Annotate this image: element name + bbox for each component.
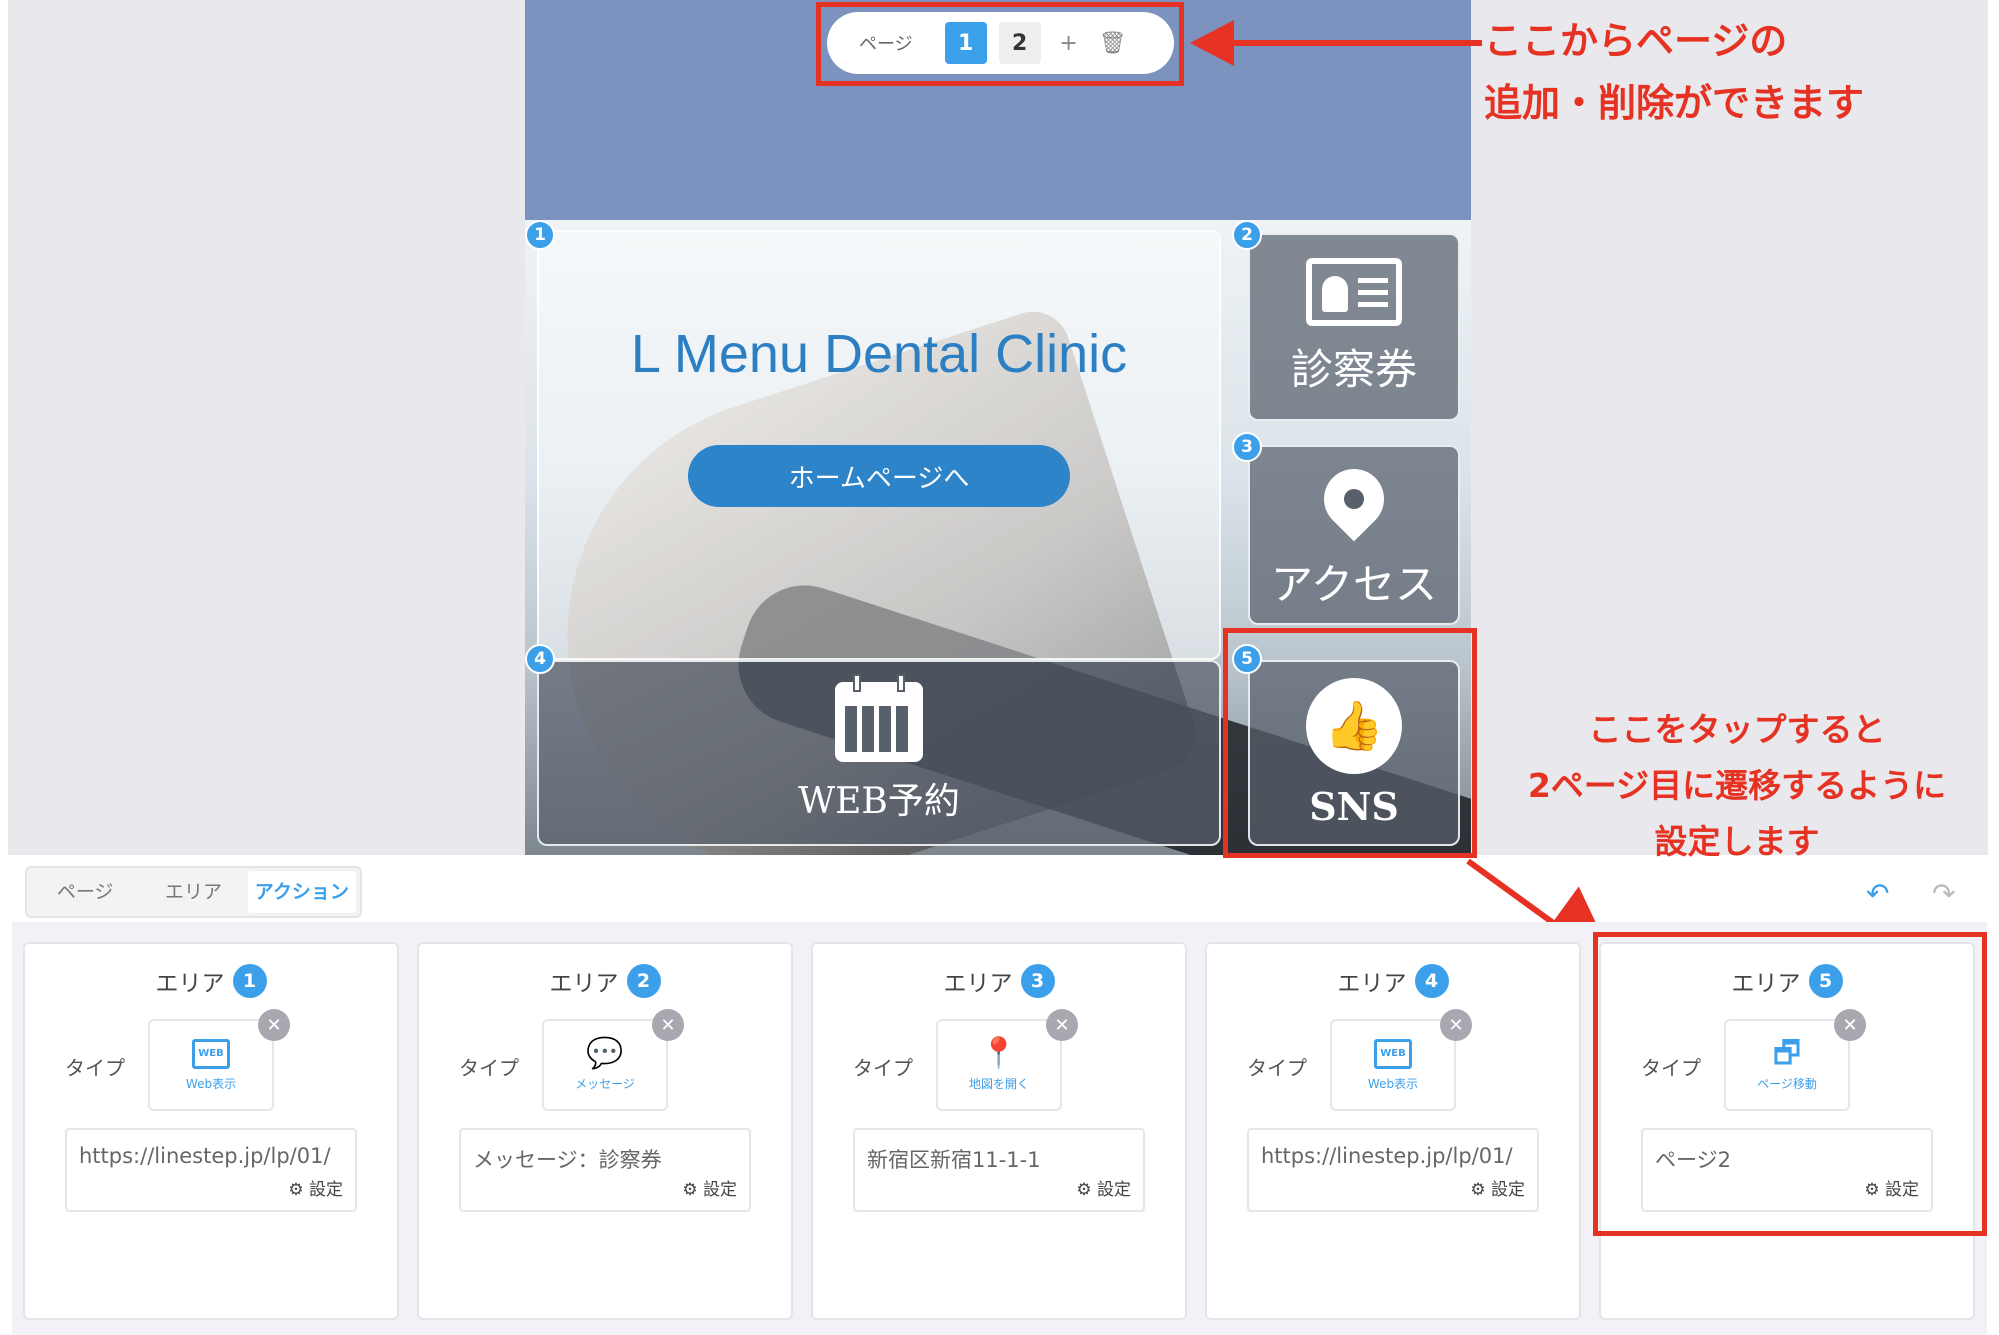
area-1-tile[interactable]: L Menu Dental Clinic ホームページへ	[537, 230, 1221, 660]
tab-action[interactable]: アクション	[247, 871, 356, 913]
type-name: 地図を開く	[968, 1076, 1029, 1091]
action-card-area-3: エリア 3 タイプ 📍 地図を開く ✕ 新宿区新宿11-1-1 ⚙ 設定	[811, 942, 1187, 1320]
card-title-label: エリア	[1337, 971, 1407, 997]
area-number-badge: 4	[525, 644, 555, 674]
page-bar-highlight	[816, 2, 1184, 86]
calendar-icon	[835, 674, 923, 762]
type-selector[interactable]: WEB Web表示	[148, 1019, 274, 1111]
action-value-field[interactable]: 新宿区新宿11-1-1 ⚙ 設定	[853, 1128, 1145, 1212]
card-title-label: エリア	[155, 971, 225, 997]
undo-icon[interactable]: ↶	[1866, 877, 1889, 910]
arrow-head-icon	[1190, 20, 1234, 66]
area-4-label: WEB予約	[798, 781, 960, 822]
action-value-field[interactable]: https://linestep.jp/lp/01/ ⚙ 設定	[65, 1128, 357, 1212]
card-title-label: エリア	[549, 971, 619, 997]
action-value: メッセージ：診察券	[473, 1148, 662, 1172]
close-icon[interactable]: ✕	[1440, 1009, 1472, 1041]
area-2-tile[interactable]: 診察券	[1248, 233, 1460, 421]
area-3-tile[interactable]: アクセス	[1248, 445, 1460, 625]
area-number-badge: 4	[1414, 964, 1449, 998]
type-label: タイプ	[1247, 1056, 1307, 1080]
action-value-field[interactable]: https://linestep.jp/lp/01/ ⚙ 設定	[1247, 1128, 1539, 1212]
type-label: タイプ	[853, 1056, 913, 1080]
type-name: Web表示	[185, 1076, 237, 1091]
action-value: https://linestep.jp/lp/01/	[1261, 1144, 1513, 1168]
clinic-title: L Menu Dental Clinic	[630, 324, 1128, 384]
tab-area[interactable]: エリア	[139, 871, 247, 913]
area-2-label: 診察券	[1290, 344, 1417, 394]
area-number-badge: 3	[1020, 964, 1055, 998]
arrow-line	[1232, 40, 1482, 46]
card-title: エリア 3	[813, 964, 1185, 998]
close-icon[interactable]: ✕	[652, 1009, 684, 1041]
settings-button[interactable]: ⚙ 設定	[1076, 1175, 1131, 1200]
map-pin-icon	[1311, 456, 1397, 541]
close-icon[interactable]: ✕	[258, 1009, 290, 1041]
annotation-side: ここをタップすると 2ページ目に遷移するように 設定します	[1527, 710, 1947, 861]
area-number-badge: 2	[626, 964, 661, 998]
redo-icon[interactable]: ↷	[1932, 877, 1955, 910]
web-icon: WEB	[1374, 1038, 1412, 1069]
area-3-label: アクセス	[1271, 559, 1437, 609]
card-title: エリア 4	[1207, 964, 1579, 998]
settings-button[interactable]: ⚙ 設定	[1470, 1175, 1525, 1200]
homepage-button[interactable]: ホームページへ	[688, 445, 1070, 507]
annotation-top: ここからページの 追加・削除ができます	[1484, 19, 1865, 125]
settings-button[interactable]: ⚙ 設定	[288, 1175, 343, 1200]
type-name: Web表示	[1367, 1076, 1419, 1091]
tab-page[interactable]: ページ	[31, 871, 139, 913]
card-title: エリア 2	[419, 964, 791, 998]
area-number-badge: 2	[1232, 220, 1262, 250]
map-pin-icon: 📍	[980, 1035, 1018, 1071]
area-4-tile[interactable]: WEB予約	[537, 660, 1221, 846]
web-icon: WEB	[192, 1038, 230, 1069]
action-card-area-4: エリア 4 タイプ WEB Web表示 ✕ https://linestep.jp/…	[1205, 942, 1581, 1320]
action-card-area-1: エリア 1 タイプ WEB Web表示 ✕ https://linestep.jp/…	[23, 942, 399, 1320]
area-number-badge: 3	[1232, 432, 1262, 462]
action-value-field[interactable]: メッセージ：診察券 ⚙ 設定	[459, 1128, 751, 1212]
type-selector[interactable]: 💬 メッセージ	[542, 1019, 668, 1111]
area-5-highlight	[1223, 628, 1477, 858]
editor-tabs: ページ エリア アクション	[25, 866, 362, 918]
type-label: タイプ	[65, 1056, 125, 1080]
card-title: エリア 1	[25, 964, 397, 998]
area-number-badge: 1	[525, 220, 555, 250]
speech-bubble-icon: 💬	[586, 1035, 624, 1071]
type-selector[interactable]: WEB Web表示	[1330, 1019, 1456, 1111]
close-icon[interactable]: ✕	[1046, 1009, 1078, 1041]
type-label: タイプ	[459, 1056, 519, 1080]
id-card-icon	[1306, 257, 1402, 326]
type-selector[interactable]: 📍 地図を開く	[936, 1019, 1062, 1111]
area-number-badge: 1	[232, 964, 267, 998]
action-card-area-2: エリア 2 タイプ 💬 メッセージ ✕ メッセージ：診察券 ⚙ 設定	[417, 942, 793, 1320]
card-title-label: エリア	[943, 971, 1013, 997]
action-value: 新宿区新宿11-1-1	[867, 1148, 1041, 1172]
card-5-highlight	[1593, 932, 1987, 1236]
action-value: https://linestep.jp/lp/01/	[79, 1144, 331, 1168]
settings-button[interactable]: ⚙ 設定	[682, 1175, 737, 1200]
type-name: メッセージ	[575, 1076, 635, 1091]
